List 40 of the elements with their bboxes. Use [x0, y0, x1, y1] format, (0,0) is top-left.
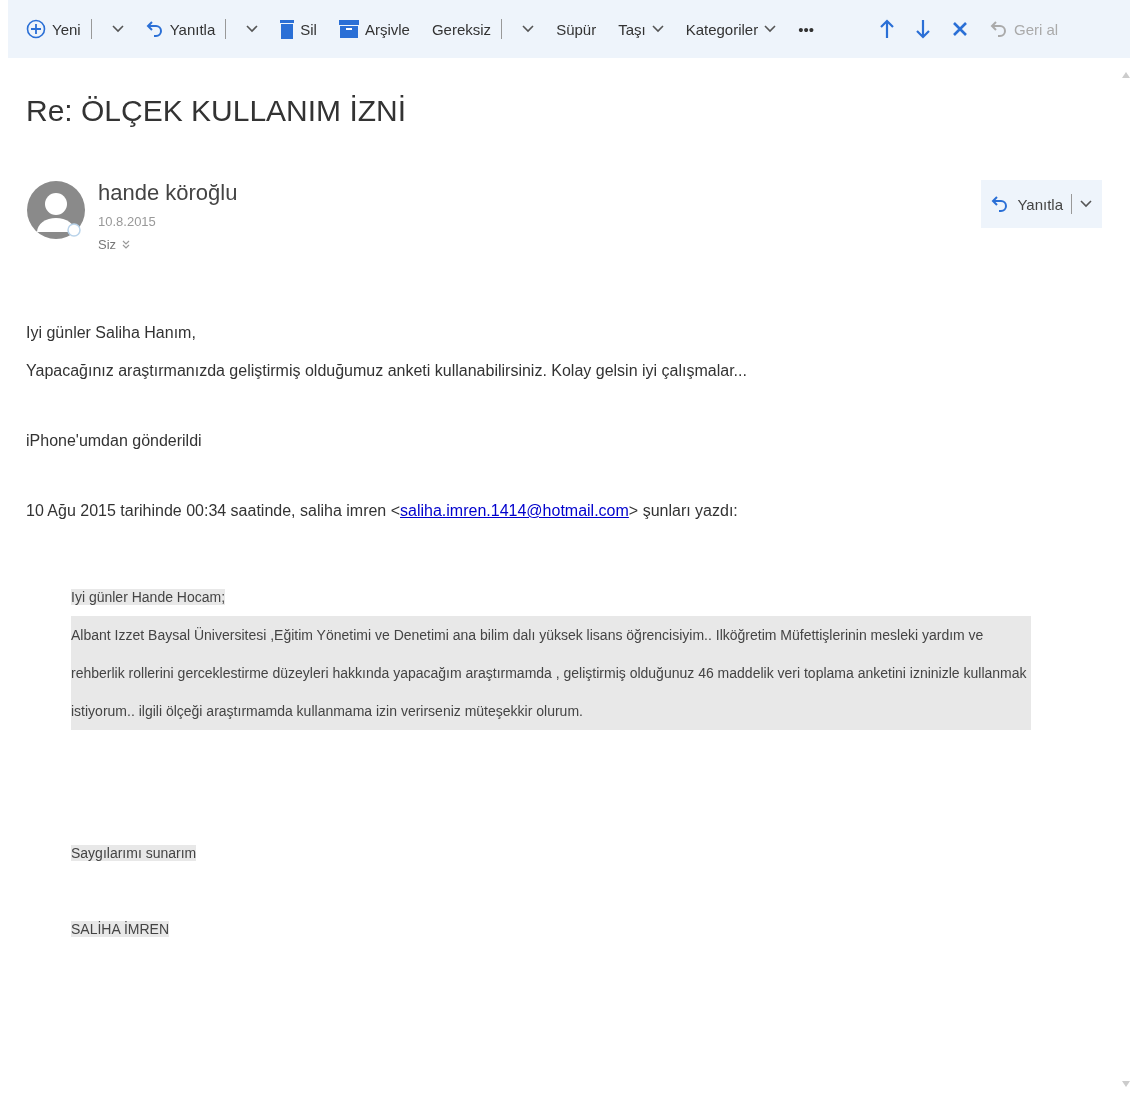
- sender-name: hande köroğlu: [98, 180, 238, 206]
- toolbar-button[interactable]: Yanıtla: [143, 16, 216, 42]
- signature-text: iPhone'umdan gönderildi: [26, 431, 203, 451]
- trash-icon: [280, 19, 295, 39]
- quoted-closing: Saygılarımı sunarım: [71, 845, 197, 861]
- archive-icon: [338, 20, 359, 38]
- caret-icon: [1080, 200, 1092, 208]
- recipient-label: Siz: [98, 237, 117, 252]
- toolbar-button[interactable]: Sil: [278, 15, 319, 43]
- quoted-greeting: Iyi günler Hande Hocam;: [71, 589, 226, 605]
- reply-icon: [145, 20, 164, 38]
- caret-icon: [764, 25, 777, 33]
- toolbar-button[interactable]: Gereksiz: [429, 16, 492, 42]
- reply-button[interactable]: Yanıtla: [981, 180, 1102, 228]
- expand-icon[interactable]: [122, 239, 131, 250]
- avatar-icon: [26, 180, 88, 242]
- up-arrow-icon: [880, 19, 894, 39]
- down-arrow-icon: [916, 19, 930, 39]
- email-link[interactable]: saliha.imren.1414@hotmail.com: [400, 502, 629, 519]
- toolbar-button[interactable]: Taşı: [616, 16, 666, 42]
- caret-icon: [651, 25, 664, 33]
- message-subject: Re: ÖLÇEK KULLANIM İZNİ: [26, 94, 408, 128]
- quote-header: 10 Ağu 2015 tarihinde 00:34 saatinde, saliha imren <saliha.imren.1414@hotmail.com> şunları yazdı:: [26, 501, 739, 521]
- message-date: 10.8.2015: [98, 214, 157, 229]
- toolbar-button[interactable]: Kategoriler: [683, 16, 779, 42]
- reply-icon: [991, 195, 1010, 213]
- body-text: Iyi günler Saliha Hanım,: [26, 323, 197, 343]
- caret-icon: [246, 25, 259, 33]
- toolbar-button[interactable]: Arşivle: [336, 16, 412, 42]
- toolbar-button[interactable]: Yeni: [24, 15, 81, 43]
- add-icon: [26, 19, 46, 39]
- caret-icon: [111, 25, 124, 33]
- undo-icon: [990, 20, 1008, 38]
- close-icon: [952, 21, 968, 37]
- caret-icon: [522, 25, 535, 33]
- quoted-paragraph: Albant Izzet Baysal Üniversitesi ,Eğitim Yönetimi ve Denetimi ana bilim dalı yüksek lisans öğrencisiyim.. Ilköğretim Müfettişlerinin mesleki yardım ve rehberlik rollerini gerceklestirme düzeyleri hakkında yapacağım araştırmamda , geliştirmiş olduğunuz 46 maddelik veri toplama anketini izninizle kullanmak istiyorum.. ilgili ölçeği araştırmamda kullanmama izin verirseniz müteşekkir olurum.: [71, 616, 1031, 730]
- toolbar-button[interactable]: Süpür: [554, 16, 599, 42]
- more-button[interactable]: •••: [796, 16, 816, 42]
- body-text: Yapacağınız araştırmanızda geliştirmiş olduğumuz anketi kullanabilirsiniz. Kolay gelsin iyi çalışmalar...: [26, 361, 748, 381]
- quoted-signature: SALİHA İMREN: [71, 921, 170, 937]
